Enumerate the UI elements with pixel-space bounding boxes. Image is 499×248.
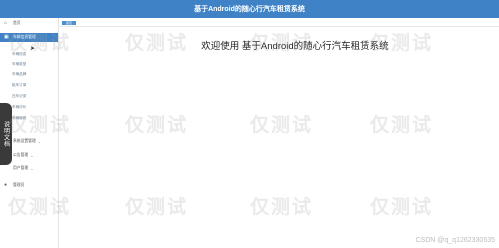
sidebar-item-account[interactable]: ● 管理员 [0,181,58,189]
watermark: 仅测试 [370,115,434,136]
home-icon: ⌂ [4,20,8,26]
app-header: 基于Android的随心行汽车租赁系统 [0,0,499,18]
chevron-down-icon: ⌄ [37,138,42,144]
watermark: 仅测试 [125,33,189,54]
sidebar-subitem[interactable]: 租车订单 [0,83,58,88]
sidebar-subitem[interactable]: 还车记录 [0,94,58,99]
watermark: 仅测试 [8,33,72,54]
watermark: 仅测试 [370,33,434,54]
watermark: 仅测试 [250,115,314,136]
chevron-down-icon: ⌄ [30,165,34,171]
tab-bar-divider [60,26,499,27]
sidebar-subitem[interactable]: 车辆类型 [0,62,58,67]
watermark: 仅测试 [370,197,434,218]
sidebar-subitem[interactable]: 车辆品牌 [0,72,58,77]
watermark: 仅测试 [8,115,72,136]
sidebar-item-home[interactable]: ⌂ 首页 [0,19,58,28]
app-title: 基于Android的随心行汽车租赁系统 [194,6,305,13]
tab-home[interactable]: 首页 [62,21,76,25]
sidebar-group-users[interactable]: 用户管理 ⌄ [0,164,58,172]
watermark: 仅测试 [125,115,189,136]
watermark: 仅测试 [250,197,314,218]
chevron-down-icon: ⌄ [30,152,34,158]
user-icon: ● [4,181,8,188]
watermark: 仅测试 [8,197,72,218]
watermark: 仅测试 [125,197,189,218]
credit-watermark: CSDN @q_q1262330535 [415,237,496,244]
watermark: 仅测试 [250,33,314,54]
